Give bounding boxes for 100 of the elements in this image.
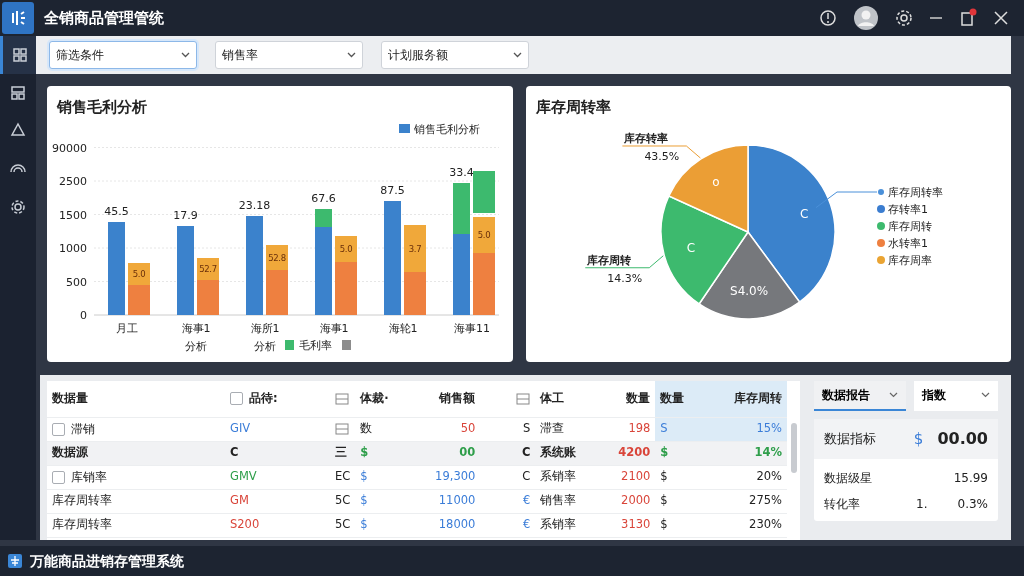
caret-icon	[981, 392, 990, 398]
category-label: 海事1	[181, 322, 211, 335]
data-label: 45.5	[104, 205, 129, 218]
callout-label: 库存转率	[624, 132, 669, 145]
table-cell: S	[660, 421, 668, 436]
data-label: 67.6	[311, 192, 336, 205]
table-cell: 库销率	[71, 469, 107, 484]
checkbox[interactable]	[52, 470, 65, 484]
tab[interactable]: 数据报告	[814, 381, 906, 411]
table-cell: $	[360, 493, 368, 508]
minimize-icon[interactable]	[930, 16, 942, 20]
table-cell: EC	[335, 469, 351, 484]
table-cell: 系销率	[540, 469, 577, 484]
data-label: 5.0	[132, 269, 146, 279]
notification-icon[interactable]	[958, 8, 978, 28]
tab[interactable]: 指数	[914, 381, 998, 411]
table-cell: 库存周转率	[52, 493, 112, 508]
slice-label: C	[800, 206, 809, 221]
data-label: 52.8	[268, 252, 286, 263]
data-label: 5.0	[477, 230, 491, 240]
stat-label: 数据级星	[824, 470, 872, 487]
filter-dropdown[interactable]: 销售率	[215, 41, 363, 69]
stat-value: 0.3%	[957, 496, 988, 513]
caret-icon	[889, 392, 898, 398]
table-cell: 滞查	[540, 421, 565, 436]
table-cell: $	[660, 469, 668, 484]
table-cell: 275%	[749, 493, 782, 508]
table-cell: 3130	[621, 517, 651, 532]
avatar[interactable]	[854, 6, 878, 30]
settings-icon[interactable]	[894, 8, 914, 28]
chart-title: 库存周转率	[535, 97, 612, 116]
bar	[128, 263, 150, 285]
category-label: 分析	[185, 340, 207, 353]
scrollbar[interactable]	[791, 423, 797, 473]
stat-label: 数据指标	[824, 430, 876, 449]
axis-label: 1000	[59, 242, 87, 255]
sidebar-item[interactable]	[0, 36, 36, 74]
column-header[interactable]: 数量	[626, 391, 651, 405]
table-cell: 数据源	[52, 445, 88, 460]
leader-line	[815, 191, 878, 209]
chart-title: 销售毛利分析	[55, 97, 148, 116]
table-cell: €	[523, 493, 531, 508]
caret-icon	[513, 52, 522, 58]
column-header[interactable]: 销售额	[439, 391, 476, 405]
table-cell: $	[660, 445, 669, 460]
table-icon	[335, 392, 349, 405]
table-cell: S200	[230, 517, 260, 532]
legend-label: 毛利率	[299, 339, 332, 352]
category-label: 海所1	[250, 322, 280, 335]
category-label: 分析	[254, 340, 276, 353]
stat-value: 00.00	[937, 428, 988, 450]
app-name: 万能商品进销存管理系统	[30, 551, 184, 571]
checkbox[interactable]	[230, 392, 243, 406]
axis-label: 2500	[59, 175, 87, 188]
stat-value: 15.99	[953, 470, 988, 487]
slice-label: C	[686, 240, 696, 255]
category-label: 海事1	[319, 322, 349, 335]
table-cell: 4200	[618, 445, 651, 460]
table-cell: 滞销	[71, 421, 95, 436]
checkbox[interactable]	[52, 422, 65, 436]
filter-dropdown[interactable]: 筛选条件	[49, 41, 197, 69]
table-cell: C	[521, 445, 531, 460]
legend-label: 存转率1	[888, 203, 928, 216]
table-cell: €	[523, 517, 531, 532]
table-cell: 系统账	[540, 445, 577, 460]
filter-dropdown[interactable]: 计划服务额	[381, 41, 529, 69]
table-cell: 198	[628, 421, 651, 436]
alert-icon[interactable]	[818, 8, 838, 28]
table-cell: $	[660, 517, 668, 532]
column-header[interactable]: 品待:	[249, 391, 278, 406]
arc-icon	[9, 164, 27, 174]
dashboard-icon	[10, 46, 29, 64]
table-cell: 销售率	[540, 493, 577, 508]
table-cell: 00	[459, 445, 476, 460]
axis-label: 0	[80, 309, 87, 322]
table-cell: 19,300	[435, 469, 476, 484]
table-cell: 三	[335, 445, 347, 460]
data-label: 5.0	[339, 244, 353, 254]
column-header[interactable]: 数据量	[52, 391, 88, 405]
logo-icon	[9, 9, 27, 27]
legend-label: 库存周转	[888, 220, 932, 233]
category-label: 海轮1	[388, 322, 418, 335]
stat-prefix: 1.	[916, 496, 928, 513]
axis-label: 90000	[52, 141, 87, 155]
bar	[128, 285, 150, 315]
caret-icon	[181, 52, 190, 58]
bar	[404, 225, 426, 272]
table-cell: $	[660, 493, 668, 508]
table-cell: C	[522, 469, 531, 484]
callout-value: 14.3%	[607, 271, 643, 285]
slice-label: o	[712, 175, 720, 190]
column-header[interactable]: 体裁·	[360, 391, 389, 405]
legend-label: 库存周率	[888, 254, 932, 267]
settings-icon	[9, 198, 27, 216]
close-icon[interactable]	[994, 11, 1008, 25]
table-cell: 230%	[749, 517, 782, 532]
table-cell: GM	[230, 493, 249, 508]
window-title: 全销商品管理管统	[44, 7, 164, 29]
table-cell: 库存周转率	[52, 517, 112, 532]
column-header[interactable]: 体工	[540, 391, 565, 405]
